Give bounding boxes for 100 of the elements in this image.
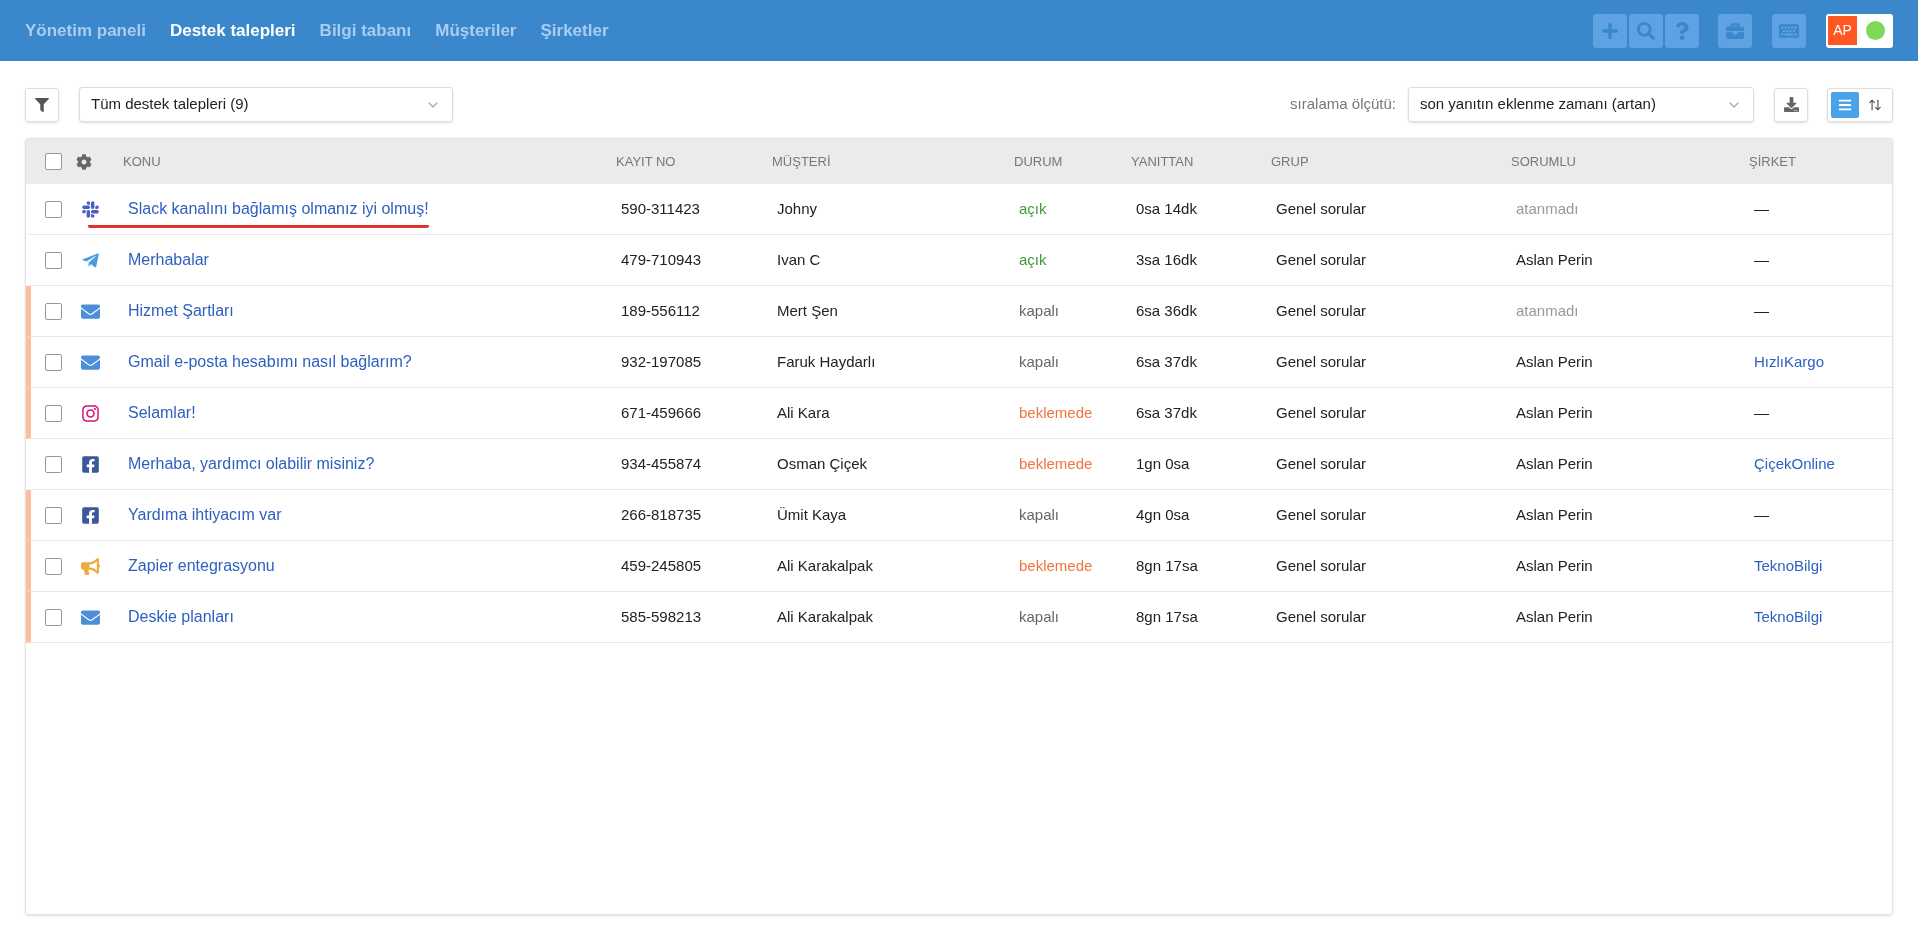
facebook-icon [81, 454, 100, 474]
ticket-row[interactable]: Hizmet Şartları 189-556112 Mert Şen kapalı 6sa 36dk Genel sorular atanmadı — [26, 286, 1892, 337]
ticket-subject-link[interactable]: Deskie planları [128, 605, 234, 629]
group-name: Genel sorular [1275, 402, 1368, 423]
status-text: kapalı [1019, 351, 1060, 372]
response-time: 6sa 37dk [1135, 402, 1198, 423]
ticket-row[interactable]: Merhabalar 479-710943 Ivan C açık 3sa 16dk Genel sorular Aslan Perin — [26, 235, 1892, 286]
column-header[interactable]: KAYIT NO [609, 151, 765, 172]
response-time: 4gn 0sa [1135, 504, 1191, 525]
sort-dropdown[interactable]: son yanıtın eklenme zamanı (artan) [1408, 87, 1754, 122]
column-header[interactable]: SORUMLU [1504, 151, 1742, 172]
checkbox[interactable] [45, 251, 62, 269]
ticket-subject-link[interactable]: Merhaba, yardımcı olabilir misiniz? [128, 452, 375, 476]
company-link[interactable]: TeknoBilgi [1754, 554, 1823, 578]
status-text: açık [1019, 198, 1047, 219]
ticket-id: 459-245805 [620, 555, 703, 576]
group-name: Genel sorular [1275, 453, 1368, 474]
plus-button[interactable] [1593, 13, 1627, 48]
customer-name: Osman Çiçek [776, 453, 869, 474]
ticket-id: 266-818735 [620, 504, 703, 525]
filter-icon [35, 97, 49, 112]
column-header[interactable]: MÜŞTERİ [765, 151, 1007, 172]
settings-icon [76, 153, 92, 170]
column-header[interactable]: DURUM [1007, 151, 1124, 172]
ticket-subject-link[interactable]: Hizmet Şartları [128, 299, 234, 323]
nav-tab[interactable]: Destek talepleri [169, 17, 296, 44]
group-name: Genel sorular [1275, 606, 1368, 627]
ticket-row[interactable]: Merhaba, yardımcı olabilir misiniz? 934-455874 Osman Çiçek beklemede 1gn 0sa Genel sorular Aslan Perin ÇiçekOnline [26, 439, 1892, 490]
ticket-row[interactable]: Slack kanalını bağlamış olmanız iyi olmuş! 590-311423 Johny açık 0sa 14dk Genel sorular atanmadı — [26, 184, 1892, 235]
checkbox[interactable] [45, 608, 62, 626]
ticket-subject-link[interactable]: Yardıma ihtiyacım var [128, 503, 282, 527]
customer-name: Faruk Haydarlı [776, 351, 877, 372]
response-time: 8gn 17sa [1135, 555, 1199, 576]
column-header[interactable]: GRUP [1264, 151, 1504, 172]
keyboard-button[interactable] [1772, 13, 1806, 48]
column-header[interactable]: YANITTAN [1124, 151, 1264, 172]
ticket-row[interactable]: Deskie planları 585-598213 Ali Karakalpak kapalı 8gn 17sa Genel sorular Aslan Perin TeknoBilgi [26, 592, 1892, 643]
sort-label: sıralama ölçütü: [1290, 94, 1396, 115]
customer-name: Ümit Kaya [776, 504, 848, 525]
company-name: — [1754, 402, 1769, 423]
company-link[interactable]: TeknoBilgi [1754, 605, 1823, 629]
checkbox[interactable] [45, 506, 62, 524]
checkbox[interactable] [45, 302, 62, 320]
status-text: açık [1019, 249, 1047, 270]
ticket-subject-link[interactable]: Gmail e-posta hesabımı nasıl bağlarım? [128, 350, 412, 374]
checkbox[interactable] [45, 153, 62, 170]
customer-name: Ivan C [776, 249, 822, 270]
checkbox[interactable] [45, 557, 62, 575]
assignee-name: Aslan Perin [1515, 504, 1594, 525]
ticket-row[interactable]: Yardıma ihtiyacım var 266-818735 Ümit Kaya kapalı 4gn 0sa Genel sorular Aslan Perin — [26, 490, 1892, 541]
instagram-icon [81, 403, 100, 423]
column-header[interactable]: KONU [116, 151, 609, 172]
envelope-icon [81, 352, 100, 372]
ticket-subject-link[interactable]: Slack kanalını bağlamış olmanız iyi olmuş! [88, 197, 429, 228]
ticket-row[interactable]: Gmail e-posta hesabımı nasıl bağlarım? 932-197085 Faruk Haydarlı kapalı 6sa 37dk Genel sorular Aslan Perin HızlıKargo [26, 337, 1892, 388]
checkbox[interactable] [45, 353, 62, 371]
avatar-initials: AP [1828, 16, 1857, 45]
column-header[interactable]: ŞİRKET [1742, 151, 1892, 172]
company-name: — [1754, 300, 1769, 321]
assignee-name: Aslan Perin [1515, 351, 1594, 372]
response-time: 0sa 14dk [1135, 198, 1198, 219]
envelope-icon [81, 301, 100, 321]
filter-button[interactable] [25, 87, 59, 122]
search-button[interactable] [1629, 13, 1663, 48]
company-name: — [1754, 249, 1769, 270]
list-view-button[interactable] [1831, 91, 1859, 118]
ticket-subject-link[interactable]: Merhabalar [128, 248, 209, 272]
response-time: 8gn 17sa [1135, 606, 1199, 627]
download-button[interactable] [1774, 87, 1808, 122]
facebook-icon [81, 505, 100, 525]
checkbox[interactable] [45, 455, 62, 473]
response-time: 3sa 16dk [1135, 249, 1198, 270]
ticket-id: 590-311423 [620, 198, 701, 219]
ticket-subject-link[interactable]: Selamlar! [128, 401, 196, 425]
customer-name: Ali Karakalpak [776, 555, 874, 576]
filter-dropdown[interactable]: Tüm destek talepleri (9) [79, 87, 453, 122]
response-time: 6sa 36dk [1135, 300, 1198, 321]
assignee-name: Aslan Perin [1515, 555, 1594, 576]
customer-name: Ali Kara [776, 402, 831, 423]
help-button[interactable] [1665, 13, 1699, 48]
checkbox[interactable] [45, 200, 62, 218]
ticket-row[interactable]: Selamlar! 671-459666 Ali Kara beklemede 6sa 37dk Genel sorular Aslan Perin — [26, 388, 1892, 439]
company-link[interactable]: ÇiçekOnline [1754, 452, 1835, 476]
status-text: beklemede [1019, 555, 1093, 576]
group-name: Genel sorular [1275, 351, 1368, 372]
search-icon [1637, 21, 1655, 40]
checkbox[interactable] [45, 404, 62, 422]
ticket-row[interactable]: Zapier entegrasyonu 459-245805 Ali Karakalpak beklemede 8gn 17sa Genel sorular Aslan Perin TeknoBilgi [26, 541, 1892, 592]
megaphone-icon [81, 556, 100, 576]
user-menu[interactable]: AP [1826, 13, 1893, 48]
line-spacing-icon [1868, 97, 1882, 112]
company-link[interactable]: HızlıKargo [1754, 350, 1825, 374]
assignee-name: Aslan Perin [1515, 249, 1594, 270]
company-name: — [1754, 198, 1769, 219]
status-text: kapalı [1019, 300, 1060, 321]
ticket-subject-link[interactable]: Zapier entegrasyonu [128, 554, 275, 578]
briefcase-button[interactable] [1718, 13, 1752, 48]
assignee-name: Aslan Perin [1515, 453, 1594, 474]
status-text: beklemede [1019, 453, 1093, 474]
customer-name: Ali Karakalpak [776, 606, 874, 627]
